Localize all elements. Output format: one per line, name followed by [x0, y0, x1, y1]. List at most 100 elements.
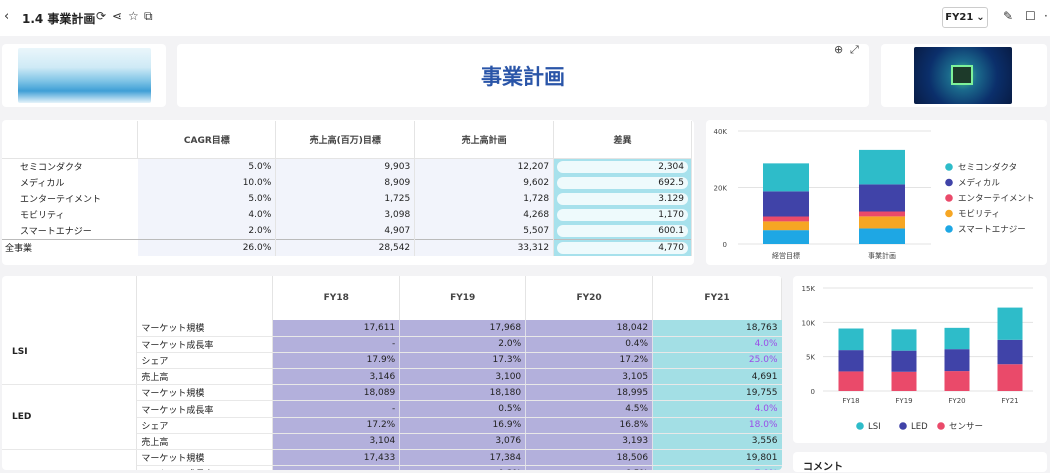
bar-segment[interactable]: [838, 328, 864, 351]
diff-value: 600.1: [557, 224, 688, 237]
header-fy18: FY18: [272, 276, 401, 320]
expand-icon[interactable]: ⤢: [850, 43, 859, 57]
legend-label[interactable]: モビリティ: [958, 210, 1000, 220]
legend-swatch: [945, 178, 953, 187]
legend-label[interactable]: セミコンダクタ: [958, 162, 1017, 173]
bar-segment[interactable]: [891, 350, 917, 372]
value-cell: 17.2%: [525, 352, 654, 370]
value-cell: 18,763: [652, 320, 782, 337]
bar-segment[interactable]: [891, 329, 917, 351]
value-cell: 17.3%: [399, 352, 527, 370]
table-row: メディカル 10.0% 8,909 9,602 692.5: [2, 174, 692, 191]
bar-segment[interactable]: [859, 216, 905, 229]
table-row: LED マーケット規模 18,089 18,180 18,995 19,755: [2, 384, 782, 450]
y-tick-label: 20K: [714, 185, 728, 193]
metric-label: マーケット規模: [136, 384, 274, 402]
star-icon[interactable]: ☆: [128, 9, 139, 23]
y-tick-label: 15K: [802, 285, 816, 293]
add-widget-icon[interactable]: ⊕: [834, 43, 843, 56]
bar-segment[interactable]: [763, 221, 809, 231]
refresh-icon[interactable]: ⟳: [96, 9, 106, 23]
bar-segment[interactable]: [944, 327, 970, 350]
cagr-cell: 4.0%: [137, 206, 277, 223]
chevron-left-icon[interactable]: ‹: [4, 9, 9, 24]
row-label: モビリティ: [20, 211, 65, 221]
bar-segment[interactable]: [997, 339, 1023, 365]
bar-segment[interactable]: [944, 371, 970, 391]
share-icon[interactable]: ⋖: [112, 9, 122, 23]
bar-segment[interactable]: [859, 149, 905, 185]
table-row: LSI マーケット規模 17,611 17,968 18,042 18,763: [2, 320, 782, 386]
x-tick-label: 経営目標: [772, 251, 800, 260]
value-cell: 3,100: [399, 368, 527, 386]
value-cell: 4.0%: [652, 336, 782, 353]
bar-segment[interactable]: [838, 350, 864, 372]
bar-segment[interactable]: [859, 184, 905, 212]
bar-segment[interactable]: [997, 364, 1023, 391]
diff-value: 4,770: [557, 241, 688, 254]
y-tick-label: 5K: [806, 354, 815, 362]
value-cell: 0.4%: [525, 336, 654, 353]
legend-label[interactable]: エンターテイメント: [958, 194, 1035, 204]
bar-segment[interactable]: [763, 163, 809, 192]
metric-label: マーケット成長率: [136, 465, 274, 470]
fy-table: FY18 FY19 FY20 FY21 LSI マーケット規模 17,611 17,9…: [2, 276, 782, 470]
circuit-image: [914, 47, 1012, 104]
target-cell: 3,098: [275, 206, 416, 223]
bar-segment[interactable]: [763, 191, 809, 217]
value-cell: 17.9%: [272, 352, 401, 370]
bar-segment[interactable]: [763, 230, 809, 244]
header-fy21: FY21: [652, 276, 782, 320]
fy-stacked-bar-chart: 0 5K 10K 15K FY18 FY19 FY20 FY21 LSI LED センサー: [802, 285, 1033, 432]
legend-label[interactable]: LED: [911, 422, 928, 432]
comment-icon[interactable]: ☐: [1025, 9, 1036, 23]
plan-table-card: CAGR目標 売上高(百万)目標 売上高計画 差異 セミコンダクタ 5.0% 9,9…: [2, 120, 694, 265]
more-icon[interactable]: ·: [1044, 9, 1048, 23]
value-cell: 18,995: [525, 384, 654, 402]
banner-image-card-right: [881, 44, 1047, 107]
edit-icon[interactable]: ✎: [1003, 9, 1013, 23]
bar-segment[interactable]: [944, 349, 970, 372]
bar-segment[interactable]: [859, 228, 905, 244]
plan-cell: 5,507: [414, 222, 555, 239]
value-cell: 17.2%: [272, 417, 401, 434]
x-tick-label: FY18: [842, 397, 859, 405]
chart-card-plan: 0 20K 40K 経営目標 事業計画 セミコンダクタ メディカル エンターテイメント モビリテ…: [706, 120, 1047, 265]
legend-label[interactable]: LSI: [868, 422, 881, 432]
header-fy19: FY19: [399, 276, 527, 320]
header-plan: 売上高計画: [414, 121, 555, 159]
group-label: [2, 449, 138, 470]
row-label: セミコンダクタ: [20, 163, 83, 173]
fy-dropdown[interactable]: FY21 ⌄: [942, 7, 988, 28]
row-label: 全事業: [2, 238, 138, 256]
diff-cell: 2,304: [553, 158, 692, 175]
export-icon[interactable]: ⧉: [144, 9, 153, 24]
legend-label[interactable]: メディカル: [958, 178, 1000, 189]
value-cell: 2.0%: [399, 336, 527, 353]
header-blank: [136, 276, 274, 320]
value-cell: 18.0%: [652, 417, 782, 434]
legend-label[interactable]: センサー: [949, 422, 983, 432]
value-cell: 4.0%: [652, 400, 782, 418]
table-row: スマートエナジー 2.0% 4,907 5,507 600.1: [2, 222, 692, 239]
group-label: LED: [2, 384, 138, 450]
value-cell: -: [272, 465, 401, 470]
metric-label: マーケット規模: [136, 449, 274, 467]
legend-label[interactable]: スマートエナジー: [958, 225, 1026, 235]
value-cell: 16.8%: [525, 417, 654, 434]
bar-segment[interactable]: [838, 371, 864, 391]
diff-cell: 3.129: [553, 190, 692, 207]
plan-cell: 4,268: [414, 206, 555, 223]
bar-segment[interactable]: [891, 371, 917, 391]
table-row: モビリティ 4.0% 3,098 4,268 1,170: [2, 206, 692, 223]
target-cell: 8,909: [275, 174, 416, 191]
bar-segment[interactable]: [997, 307, 1023, 340]
x-tick-label: FY20: [948, 397, 965, 405]
value-cell: 25.0%: [652, 352, 782, 370]
target-cell: 9,903: [275, 158, 416, 175]
bar-segment[interactable]: [763, 216, 809, 222]
plan-cell: 1,728: [414, 190, 555, 207]
diff-cell: 4,770: [553, 238, 692, 256]
diff-cell: 1,170: [553, 206, 692, 223]
bar-segment[interactable]: [859, 211, 905, 217]
